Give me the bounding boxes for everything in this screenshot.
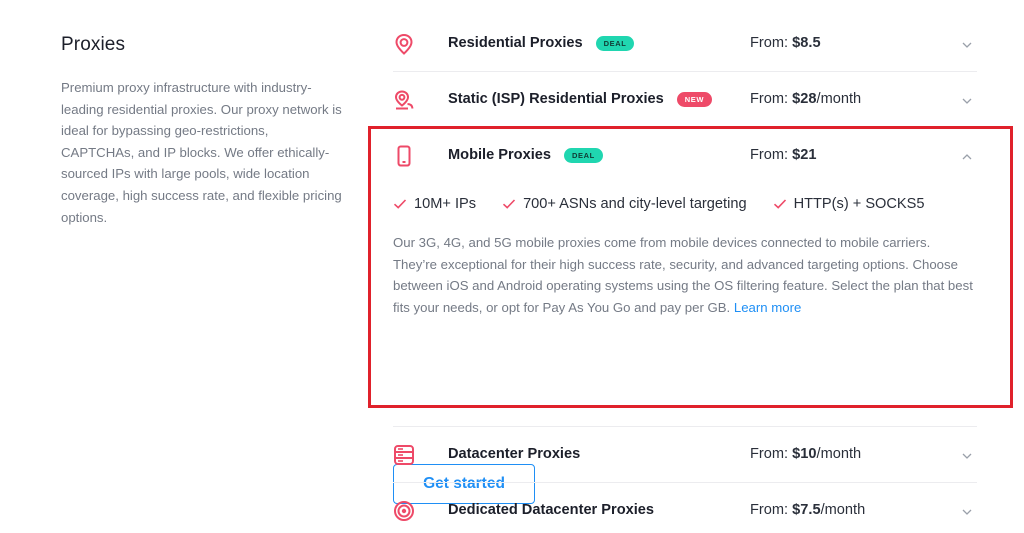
product-price: From: $21 [750, 147, 817, 163]
check-icon [503, 199, 516, 209]
location-pin-badge-icon [393, 89, 415, 111]
product-price: From: $8.5 [750, 35, 821, 51]
product-row-static-isp[interactable]: Static (ISP) Residential Proxies NEW Fro… [393, 72, 977, 128]
check-icon [773, 199, 786, 209]
product-row-datacenter[interactable]: Datacenter Proxies From: $10/month [393, 427, 977, 483]
learn-more-link[interactable]: Learn more [734, 300, 801, 315]
feature-list: 10M+ IPs 700+ ASNs and city-level target… [393, 196, 951, 212]
product-name: Datacenter Proxies [448, 446, 581, 462]
feature-item: 700+ ASNs and city-level targeting [502, 196, 747, 212]
product-price: From: $28/month [750, 91, 862, 107]
check-icon [393, 199, 407, 209]
product-row-dedicated-datacenter[interactable]: Dedicated Datacenter Proxies From: $7.5/… [393, 483, 977, 533]
chevron-down-icon[interactable] [961, 505, 973, 517]
section-title: Proxies [61, 34, 126, 55]
deal-badge: DEAL [595, 35, 635, 51]
feature-item: HTTP(s) + SOCKS5 [773, 196, 925, 212]
feature-item: 10M+ IPs [393, 196, 476, 212]
product-row-mobile-expanded[interactable]: Mobile Proxies DEAL From: $21 10M+ IPs 7… [393, 128, 977, 504]
chevron-up-icon[interactable] [961, 150, 973, 162]
location-pin-icon [393, 33, 415, 55]
product-name: Residential Proxies DEAL [448, 35, 635, 51]
product-name: Static (ISP) Residential Proxies NEW [448, 91, 713, 107]
product-row-residential[interactable]: Residential Proxies DEAL From: $8.5 [393, 16, 977, 72]
product-name: Mobile Proxies DEAL [448, 147, 603, 163]
chevron-down-icon[interactable] [961, 38, 973, 50]
proxies-section-intro: Proxies Premium proxy infrastructure wit… [61, 34, 343, 228]
product-name: Dedicated Datacenter Proxies [448, 502, 655, 518]
chevron-down-icon[interactable] [961, 449, 973, 461]
target-icon [393, 500, 415, 522]
product-description: Our 3G, 4G, and 5G mobile proxies come f… [393, 235, 973, 315]
product-price: From: $10/month [750, 446, 862, 462]
new-badge: NEW [676, 91, 713, 107]
product-price: From: $7.5/month [750, 502, 866, 518]
chevron-down-icon[interactable] [961, 94, 973, 106]
section-description: Premium proxy infrastructure with indust… [61, 80, 342, 225]
smartphone-icon [393, 145, 415, 167]
server-icon [393, 444, 415, 466]
proxy-products-list: Residential Proxies DEAL From: $8.5 Stat… [393, 16, 977, 533]
deal-badge: DEAL [564, 147, 603, 163]
